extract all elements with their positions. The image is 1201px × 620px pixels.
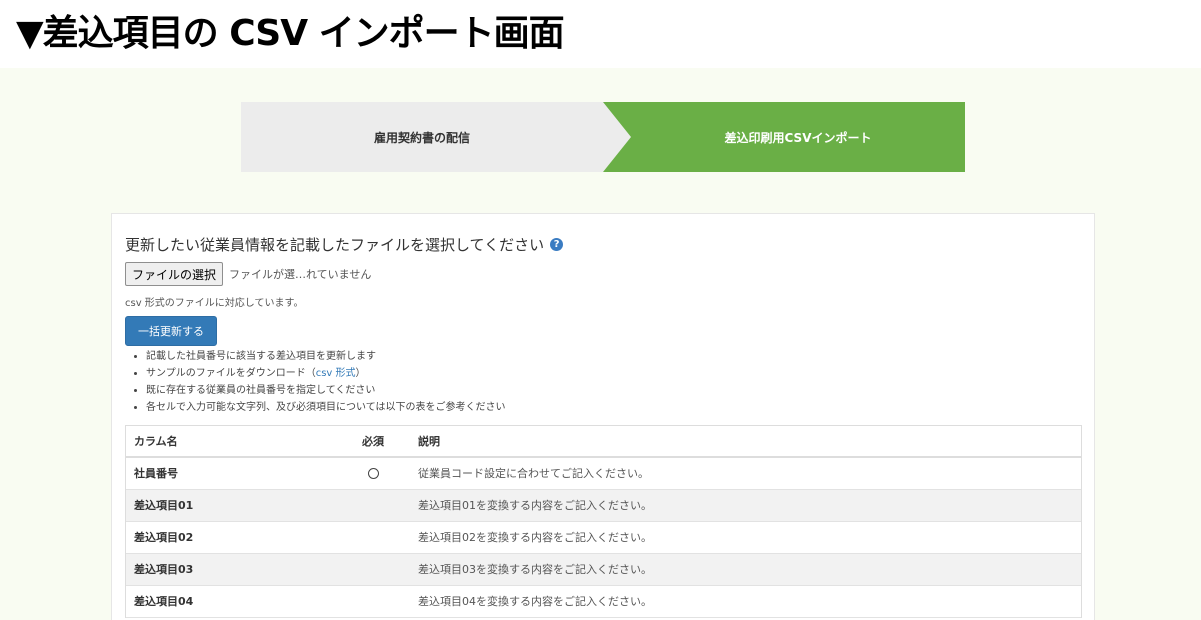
step-csv-import-active[interactable]: 差込印刷用CSVインポート — [603, 102, 965, 172]
cell-required — [336, 521, 410, 554]
cell-required — [336, 457, 410, 490]
help-icon[interactable]: ? — [550, 238, 564, 251]
file-input-row: ファイルの選択 ファイルが選…れていません — [125, 262, 371, 286]
column-spec-table: カラム名 必須 説明 社員番号 従業員コード設定に合わせてご記入ください。 差込… — [125, 425, 1082, 618]
cell-description: 差込項目02を変換する内容をご記入ください。 — [410, 521, 1081, 554]
choose-file-button[interactable]: ファイルの選択 — [125, 262, 224, 286]
file-status-text: ファイルが選…れていません — [229, 268, 372, 281]
step-distribution-label: 雇用契約書の配信 — [373, 130, 470, 145]
cell-required — [336, 489, 410, 522]
bulk-update-button[interactable]: 一括更新する — [125, 316, 217, 346]
list-item: 記載した社員番号に該当する差込項目を更新します — [146, 348, 506, 365]
file-select-heading: 更新したい従業員情報を記載したファイルを選択してください ? — [125, 234, 564, 255]
cell-column-name: 差込項目04 — [126, 585, 336, 618]
step-distribution[interactable]: 雇用契約書の配信 — [241, 102, 631, 172]
header-required: 必須 — [336, 426, 410, 458]
required-circle-icon — [367, 468, 379, 480]
table-row: 社員番号 従業員コード設定に合わせてご記入ください。 — [126, 457, 1081, 490]
note-text: サンプルのファイルをダウンロード（ — [146, 368, 316, 379]
csv-sample-download-link[interactable]: csv 形式 — [316, 368, 356, 379]
step-csv-import-label: 差込印刷用CSVインポート — [724, 130, 872, 145]
table-row: 差込項目03 差込項目03を変換する内容をご記入ください。 — [126, 553, 1081, 586]
cell-required — [336, 553, 410, 586]
cell-description: 差込項目03を変換する内容をご記入ください。 — [410, 553, 1081, 586]
list-item: 既に存在する従業員の社員番号を指定してください — [146, 382, 506, 399]
page-heading: ▼差込項目の CSV インポート画面 — [16, 13, 565, 54]
cell-description: 差込項目01を変換する内容をご記入ください。 — [410, 489, 1081, 522]
cell-column-name: 差込項目01 — [126, 489, 336, 522]
step-progress-bar: 雇用契約書の配信 差込印刷用CSVインポート — [241, 102, 965, 172]
table-row: 差込項目01 差込項目01を変換する内容をご記入ください。 — [126, 489, 1081, 522]
list-item: サンプルのファイルをダウンロード（csv 形式） — [146, 365, 506, 382]
table-row: 差込項目04 差込項目04を変換する内容をご記入ください。 — [126, 585, 1081, 618]
list-item: 各セルで入力可能な文字列、及び必須項目については以下の表をご参考ください — [146, 399, 506, 416]
content-canvas: 雇用契約書の配信 差込印刷用CSVインポート 更新したい従業員情報を記載したファ… — [0, 68, 1201, 620]
instruction-list: 記載した社員番号に該当する差込項目を更新します サンプルのファイルをダウンロード… — [146, 348, 506, 416]
file-select-title: 更新したい従業員情報を記載したファイルを選択してください — [125, 236, 545, 254]
table-header-row: カラム名 必須 説明 — [126, 426, 1081, 458]
cell-description: 従業員コード設定に合わせてご記入ください。 — [410, 457, 1081, 490]
header-column-name: カラム名 — [126, 426, 336, 458]
header-description: 説明 — [410, 426, 1081, 458]
cell-column-name: 社員番号 — [126, 457, 336, 490]
cell-column-name: 差込項目02 — [126, 521, 336, 554]
cell-column-name: 差込項目03 — [126, 553, 336, 586]
note-text: ） — [355, 368, 366, 379]
import-panel: 更新したい従業員情報を記載したファイルを選択してください ? ファイルの選択 フ… — [111, 213, 1095, 620]
table-row: 差込項目02 差込項目02を変換する内容をご記入ください。 — [126, 521, 1081, 554]
cell-required — [336, 585, 410, 618]
format-note: csv 形式のファイルに対応しています。 — [125, 298, 304, 309]
cell-description: 差込項目04を変換する内容をご記入ください。 — [410, 585, 1081, 618]
